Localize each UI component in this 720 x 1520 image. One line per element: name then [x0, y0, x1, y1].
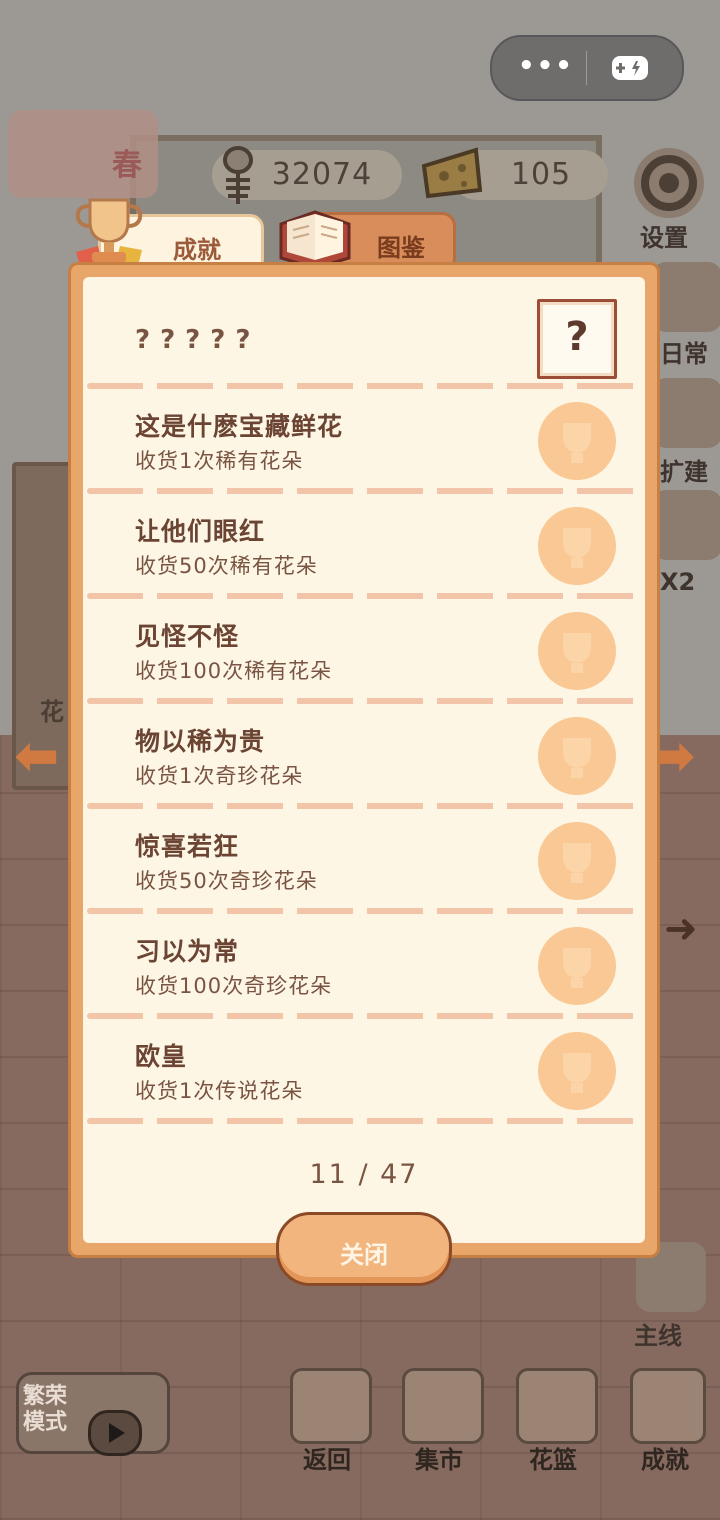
achievement-desc: 收货50次稀有花朵	[135, 554, 318, 578]
build-button[interactable]	[652, 378, 720, 448]
locked-question-box: ?	[537, 299, 617, 379]
achievement-title: 物以稀为贵	[135, 727, 266, 756]
achievement-row: 让他们眼红 收货50次稀有花朵	[83, 492, 645, 597]
achievement-desc: 收货50次奇珍花朵	[135, 869, 318, 893]
more-dots-icon[interactable]: •••	[518, 51, 574, 81]
achievement-title: 这是什麽宝藏鲜花	[135, 412, 344, 441]
tab-achievements-label: 成就	[173, 236, 221, 264]
capsule-divider	[586, 51, 587, 85]
market-button[interactable]	[402, 1368, 484, 1444]
trophy-icon	[75, 198, 143, 266]
achievement-title: 惊喜若狂	[135, 832, 240, 861]
achievements-panel: ????? ? 这是什麽宝藏鲜花 收货1次稀有花朵 让他们眼红 收货50次稀有花…	[68, 262, 660, 1258]
achievement-row-hidden: ????? ?	[83, 281, 645, 386]
prev-page-arrow-icon[interactable]: ⬅	[14, 724, 59, 787]
gamepad-icon[interactable]	[610, 53, 650, 83]
achievement-row: 惊喜若狂 收货50次奇珍花朵	[83, 807, 645, 912]
locked-medal-icon	[538, 402, 616, 480]
tab-album-label: 图鉴	[377, 234, 425, 262]
achievement-row: 物以稀为贵 收货1次奇珍花朵	[83, 702, 645, 807]
basket-button[interactable]	[516, 1368, 598, 1444]
achievements-bottom-button[interactable]	[630, 1368, 706, 1444]
flower-tag-label: 花	[40, 698, 64, 726]
row-divider	[87, 1118, 641, 1124]
daily-button[interactable]	[652, 262, 720, 332]
locked-medal-icon	[538, 717, 616, 795]
fish-bone-icon	[223, 146, 253, 204]
play-video-icon[interactable]	[88, 1410, 142, 1456]
achievement-title: 欧皇	[135, 1042, 188, 1071]
cheese-icon	[421, 147, 483, 199]
double-label: X2	[660, 568, 696, 596]
daily-label: 日常	[660, 340, 708, 368]
achievement-title: 让他们眼红	[135, 517, 266, 546]
gear-icon	[641, 155, 697, 211]
main-quest-label: 主线	[634, 1322, 682, 1350]
book-icon	[279, 210, 351, 270]
back-button[interactable]	[290, 1368, 372, 1444]
locked-medal-icon	[538, 927, 616, 1005]
scroll-right-arrow-icon[interactable]: ➜	[664, 906, 698, 952]
settings-button[interactable]	[634, 148, 704, 218]
double-button[interactable]	[652, 490, 720, 560]
achievement-desc: 收货1次传说花朵	[135, 1079, 304, 1103]
achievement-title: 见怪不怪	[135, 622, 240, 651]
build-label: 扩建	[660, 458, 708, 486]
achievement-desc: 收货100次稀有花朵	[135, 659, 333, 683]
achievement-desc: 收货1次稀有花朵	[135, 449, 304, 473]
achievement-title: 习以为常	[135, 937, 240, 966]
achievement-row: 见怪不怪 收货100次稀有花朵	[83, 597, 645, 702]
close-button-label: 关闭	[340, 1241, 388, 1269]
achievement-desc: 收货1次奇珍花朵	[135, 764, 304, 788]
season-label: 春	[112, 148, 142, 183]
basket-label: 花篮	[529, 1446, 577, 1474]
achievement-title: ?????	[135, 325, 261, 355]
locked-medal-icon	[538, 612, 616, 690]
achievement-progress-counter: 11 / 47	[309, 1159, 419, 1190]
settings-label: 设置	[640, 224, 688, 252]
market-label: 集市	[415, 1446, 463, 1474]
prosperity-mode-label: 繁荣模式	[22, 1384, 67, 1435]
achievements-list: ????? ? 这是什麽宝藏鲜花 收货1次稀有花朵 让他们眼红 收货50次稀有花…	[83, 277, 645, 1243]
achievement-row: 欧皇 收货1次传说花朵	[83, 1017, 645, 1122]
achievement-row: 这是什麽宝藏鲜花 收货1次稀有花朵	[83, 387, 645, 492]
question-mark-icon: ?	[565, 314, 589, 360]
close-button[interactable]: 关闭	[276, 1212, 452, 1286]
miniprogram-capsule: •••	[490, 35, 684, 101]
achievements-bottom-label: 成就	[641, 1446, 689, 1474]
locked-medal-icon	[538, 822, 616, 900]
locked-medal-icon	[538, 1032, 616, 1110]
cheese-count: 105	[510, 157, 572, 192]
back-label: 返回	[303, 1446, 351, 1474]
achievement-row: 习以为常 收货100次奇珍花朵	[83, 912, 645, 1017]
locked-medal-icon	[538, 507, 616, 585]
achievement-desc: 收货100次奇珍花朵	[135, 974, 333, 998]
